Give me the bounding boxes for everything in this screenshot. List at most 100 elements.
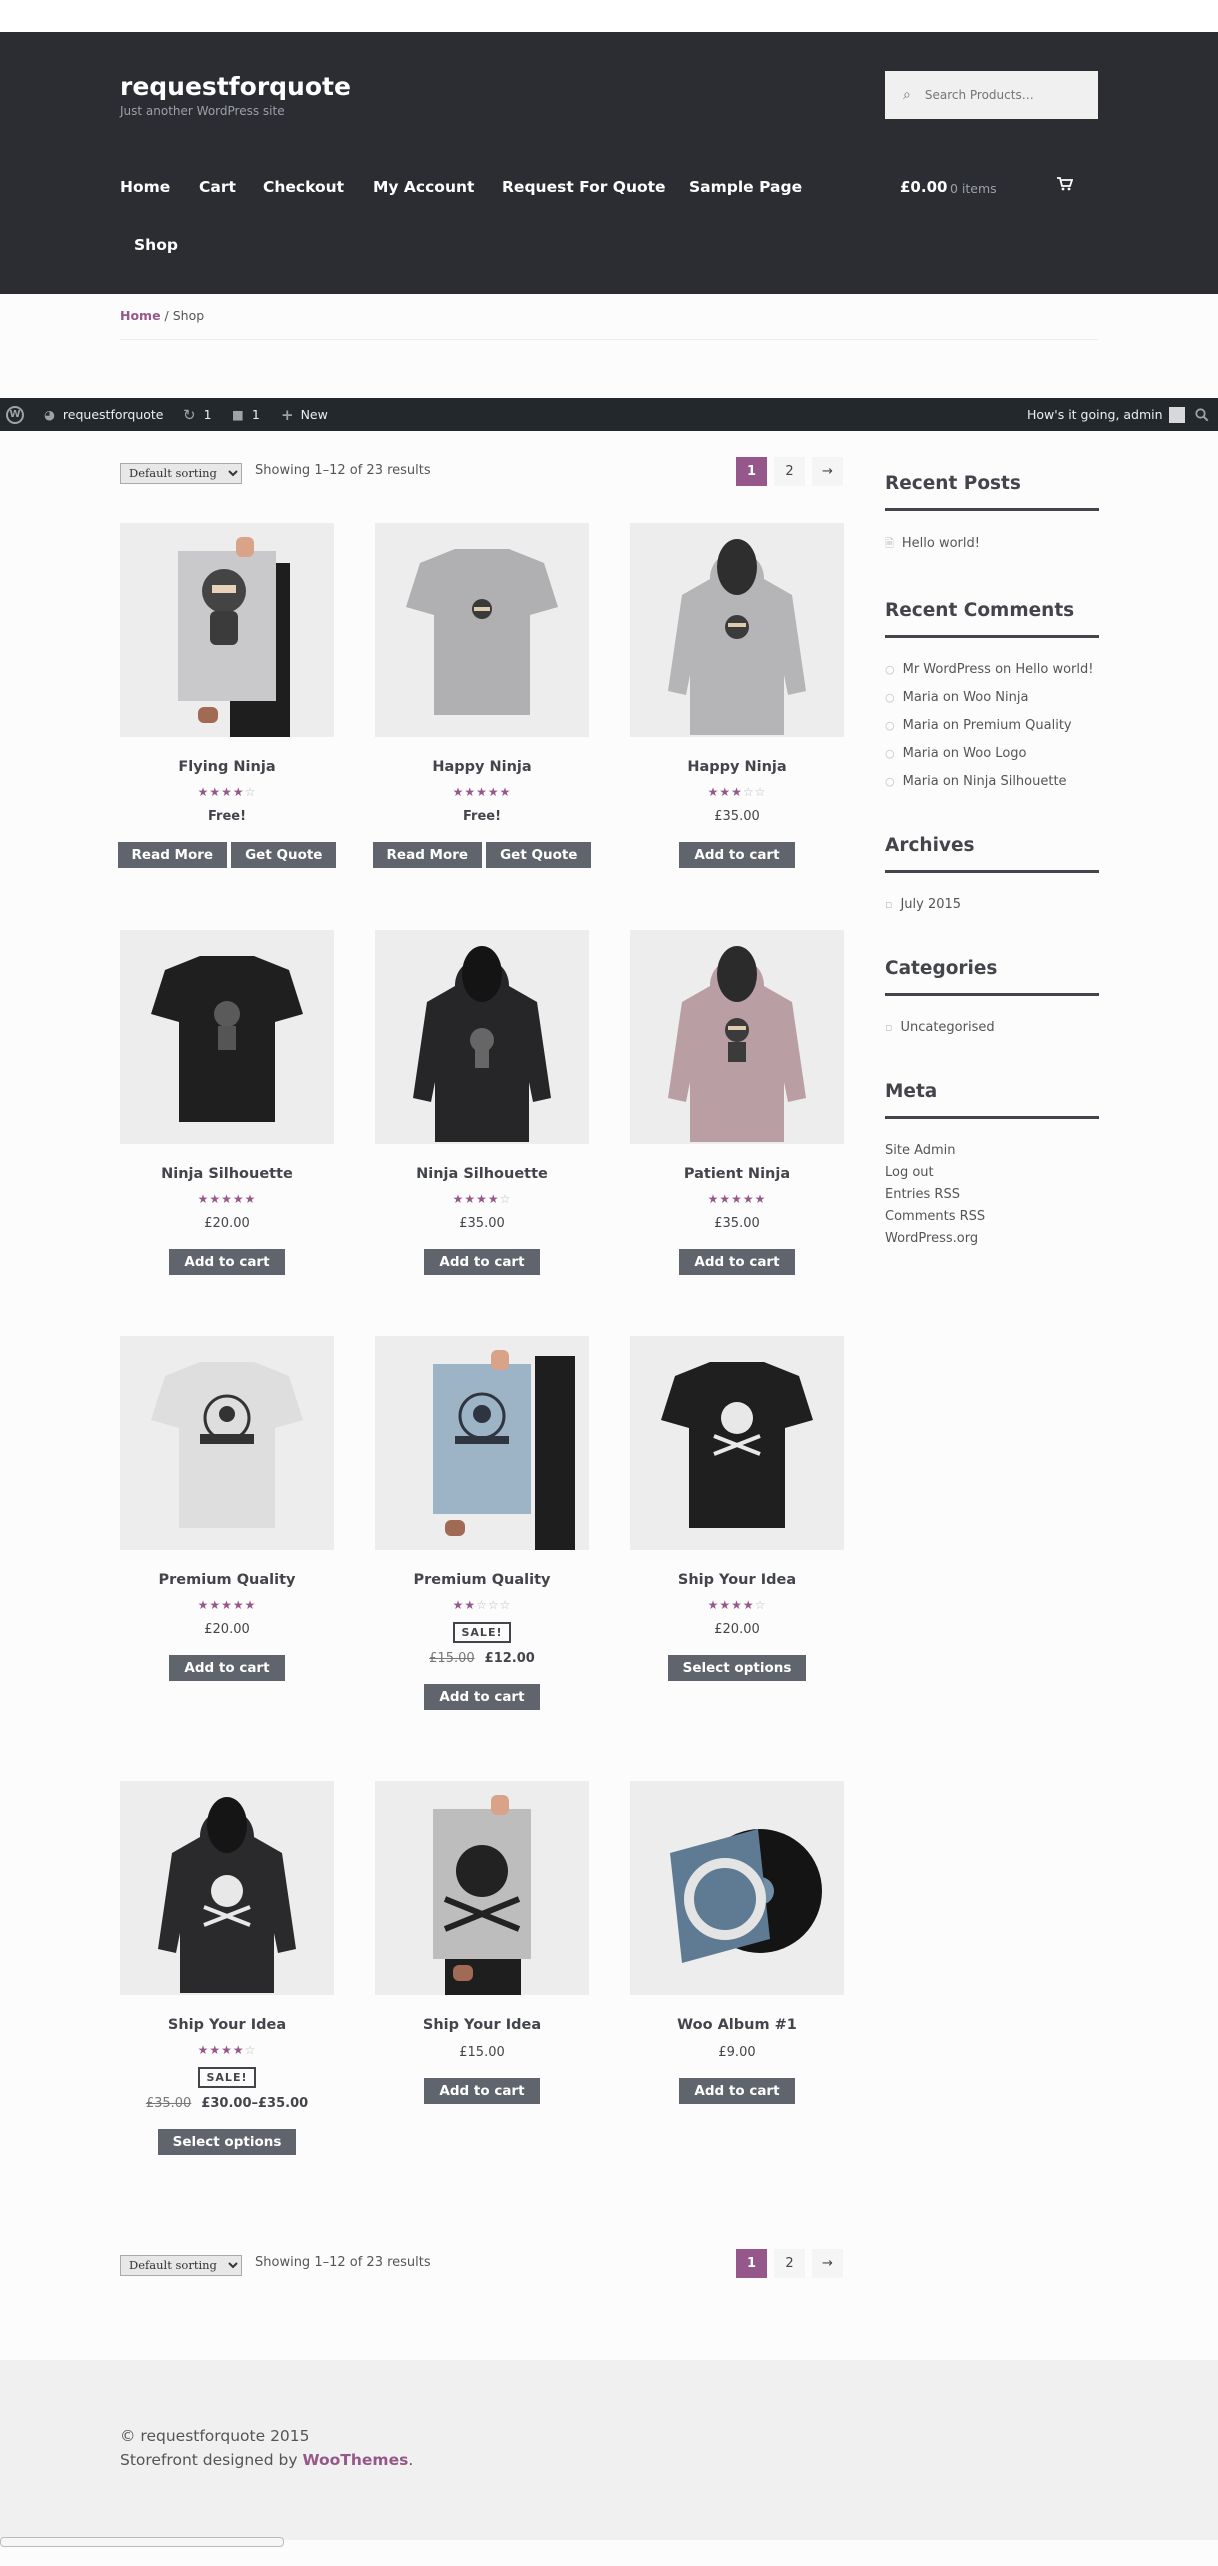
cart-icon[interactable] (1057, 177, 1074, 195)
product-title[interactable]: Ship Your Idea (120, 2017, 334, 2037)
product-title[interactable]: Ship Your Idea (375, 2017, 589, 2037)
product-title[interactable]: Happy Ninja (630, 759, 844, 779)
product-image[interactable] (120, 523, 334, 737)
meta-wordpress-org[interactable]: WordPress.org (885, 1231, 1099, 1246)
product-title[interactable]: Premium Quality (120, 1572, 334, 1592)
breadcrumb-home[interactable]: Home (120, 308, 161, 323)
horizontal-scrollbar[interactable] (0, 2537, 284, 2547)
meta-log-out[interactable]: Log out (885, 1165, 1099, 1180)
product-image[interactable] (375, 1781, 589, 1995)
add-to-cart-button[interactable]: Add to cart (169, 1655, 285, 1681)
page-2[interactable]: 2 (774, 457, 805, 486)
star-empty-icon: ☆ (499, 1192, 512, 1206)
product-image[interactable] (630, 930, 844, 1144)
meta-site-admin[interactable]: Site Admin (885, 1143, 1099, 1158)
page-next[interactable]: → (812, 457, 843, 486)
comment-item[interactable]: ○ Maria on Woo Ninja (885, 690, 1099, 705)
get-quote-button[interactable]: Get Quote (486, 842, 592, 868)
add-to-cart-button[interactable]: Add to cart (679, 842, 795, 868)
cart-count[interactable]: 0 items (950, 181, 997, 196)
add-to-cart-button[interactable]: Add to cart (424, 2078, 540, 2104)
get-quote-button[interactable]: Get Quote (231, 842, 337, 868)
admin-comments[interactable]: ■ 1 (232, 398, 260, 431)
star-full-icon: ★ (209, 1192, 222, 1206)
nav-my-account[interactable]: My Account (373, 178, 474, 196)
page-next[interactable]: → (812, 2249, 843, 2278)
read-more-button[interactable]: Read More (117, 842, 228, 868)
product-actions: Add to cart (120, 1249, 334, 1275)
comment-item[interactable]: ○ Maria on Ninja Silhouette (885, 774, 1099, 789)
product-image[interactable] (120, 930, 334, 1144)
product-title[interactable]: Woo Album #1 (630, 2017, 844, 2037)
star-full-icon: ★ (452, 785, 465, 799)
product-title[interactable]: Premium Quality (375, 1572, 589, 1592)
page-1[interactable]: 1 (736, 457, 767, 486)
search-input[interactable] (922, 87, 1087, 103)
product-title[interactable]: Happy Ninja (375, 759, 589, 779)
sort-select[interactable]: Default sorting (120, 2254, 242, 2276)
product-image[interactable] (630, 1781, 844, 1995)
product-card: Premium Quality ★★★★★ £20.00 Add to cart (120, 1336, 334, 1681)
product-image[interactable] (120, 1781, 334, 1995)
woothemes-link[interactable]: WooThemes (302, 2451, 408, 2469)
comment-text: Mr WordPress on Hello world! (902, 662, 1094, 677)
archive-item[interactable]: ▫ July 2015 (885, 897, 1099, 912)
comment-item[interactable]: ○ Mr WordPress on Hello world! (885, 662, 1099, 677)
comment-item[interactable]: ○ Maria on Woo Logo (885, 746, 1099, 761)
nav-cart[interactable]: Cart (199, 178, 236, 196)
page-1[interactable]: 1 (736, 2249, 767, 2278)
add-to-cart-button[interactable]: Add to cart (679, 1249, 795, 1275)
select-options-button[interactable]: Select options (667, 1655, 807, 1681)
admin-site-name[interactable]: ◕ requestforquote (44, 398, 164, 431)
product-title[interactable]: Ninja Silhouette (120, 1166, 334, 1186)
site-title[interactable]: requestforquote (120, 72, 351, 101)
nav-checkout[interactable]: Checkout (263, 178, 344, 196)
product-image[interactable] (375, 523, 589, 737)
product-image[interactable] (120, 1336, 334, 1550)
meta-entries-rss[interactable]: Entries RSS (885, 1187, 1099, 1202)
star-full-icon: ★ (464, 1192, 477, 1206)
product-price: £15.00 (375, 2045, 589, 2060)
product-image[interactable] (630, 523, 844, 737)
product-price: Free! (120, 809, 334, 824)
product-image[interactable] (375, 1336, 589, 1550)
nav-home[interactable]: Home (120, 178, 170, 196)
star-full-icon: ★ (221, 785, 233, 799)
recent-post-item[interactable]: 🗎 Hello world! (885, 535, 1099, 554)
admin-account[interactable]: How's it going, admin (1027, 398, 1185, 431)
product-title[interactable]: Flying Ninja (120, 759, 334, 779)
product-card: Ship Your Idea £15.00 Add to cart (375, 1781, 589, 2104)
comment-item[interactable]: ○ Maria on Premium Quality (885, 718, 1099, 733)
cart-amount[interactable]: £0.00 (900, 178, 947, 196)
wordpress-logo-icon[interactable]: W (6, 398, 24, 431)
add-to-cart-button[interactable]: Add to cart (424, 1684, 540, 1710)
sale-price: £30.00–£35.00 (201, 2096, 309, 2111)
divider (120, 339, 1098, 340)
product-title[interactable]: Ninja Silhouette (375, 1166, 589, 1186)
star-rating: ★★★★★ (120, 1192, 334, 1208)
footer-copyright: © requestforquote 2015 (120, 2427, 310, 2445)
star-half-icon: ★ (754, 1192, 767, 1206)
admin-updates[interactable]: ↻ 1 (183, 398, 212, 431)
product-title[interactable]: Patient Ninja (630, 1166, 844, 1186)
select-options-button[interactable]: Select options (157, 2129, 297, 2155)
read-more-button[interactable]: Read More (372, 842, 483, 868)
sort-select[interactable]: Default sorting (120, 462, 242, 484)
nav-shop[interactable]: Shop (134, 236, 178, 254)
add-to-cart-button[interactable]: Add to cart (424, 1249, 540, 1275)
star-empty-icon: ☆ (742, 785, 755, 799)
admin-new[interactable]: + New (281, 398, 328, 431)
product-image[interactable] (630, 1336, 844, 1550)
nav-request-for-quote[interactable]: Request For Quote (502, 178, 666, 196)
page-2[interactable]: 2 (774, 2249, 805, 2278)
star-full-icon: ★ (197, 2043, 210, 2057)
product-title[interactable]: Ship Your Idea (630, 1572, 844, 1592)
meta-comments-rss[interactable]: Comments RSS (885, 1209, 1099, 1224)
admin-search-icon[interactable] (1195, 398, 1209, 431)
category-item[interactable]: ▫ Uncategorised (885, 1020, 1099, 1035)
nav-sample-page[interactable]: Sample Page (689, 178, 802, 196)
product-image[interactable] (375, 930, 589, 1144)
star-full-icon: ★ (731, 1192, 743, 1206)
add-to-cart-button[interactable]: Add to cart (679, 2078, 795, 2104)
add-to-cart-button[interactable]: Add to cart (169, 1249, 285, 1275)
